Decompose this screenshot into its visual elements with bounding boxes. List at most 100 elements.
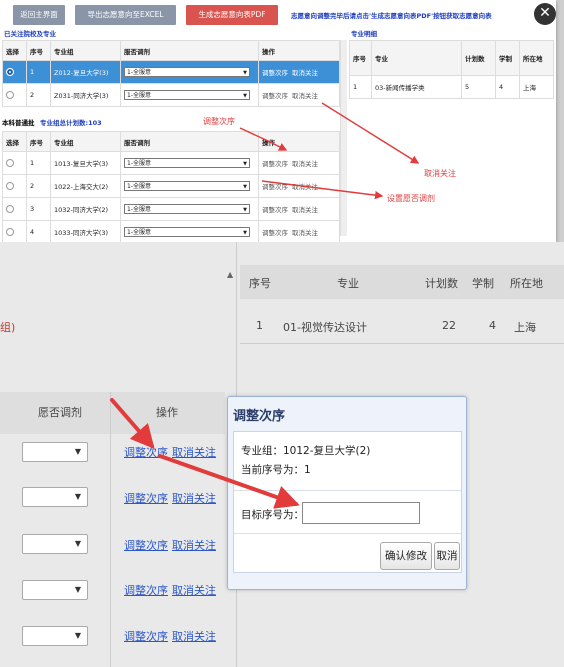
row-location: 上海	[514, 321, 536, 334]
adjust-select[interactable]: 1-全服意 ▼	[124, 90, 250, 100]
scroll-up-icon[interactable]: ▲	[227, 270, 233, 279]
follow-dialog: 返回主界面 导出志愿意向至EXCEL 生成志愿意向表PDF 志愿意向调整完毕后请…	[0, 0, 556, 244]
batch-table: 选择 序号 专业组 服否调剂 操作 1 1013-复旦大学(3) 1-全服意 ▼ …	[2, 131, 340, 244]
adjust-select[interactable]: 1-全服意 ▼	[124, 227, 250, 237]
reorder-link[interactable]: 调整次序	[124, 628, 168, 644]
select-radio[interactable]	[6, 91, 14, 99]
row-index: 2	[26, 83, 51, 107]
table-row[interactable]: 2 1022-上海交大(2) 1-全服意 ▼ 调整次序 取消关注	[2, 174, 340, 198]
row-divider	[240, 343, 564, 344]
col-adjust: 服否调剂	[120, 40, 259, 61]
row-group: 1022-上海交大(2)	[50, 174, 121, 198]
row-index: 3	[26, 197, 51, 221]
row-group: Z031-同济大学(3)	[50, 83, 121, 107]
col-major: 专业	[337, 277, 359, 290]
table-row[interactable]: 1 1013-复旦大学(3) 1-全服意 ▼ 调整次序 取消关注	[2, 151, 340, 175]
annotation-unfollow: 取消关注	[424, 169, 456, 178]
col-divider	[110, 392, 111, 667]
select-radio[interactable]	[6, 159, 14, 167]
col-adjust: 服否调剂	[120, 131, 259, 152]
annotation-set-adjust: 设置愿否调剂	[387, 194, 435, 203]
table-row[interactable]: 3 1032-同济大学(2) 1-全服意 ▼ 调整次序 取消关注	[2, 197, 340, 221]
table-row[interactable]: 4 1033-同济大学(3) 1-全服意 ▼ 调整次序 取消关注	[2, 220, 340, 244]
unfollow-link[interactable]: 取消关注	[172, 537, 216, 553]
target-label: 目标序号为：	[241, 509, 304, 521]
col-group: 专业组	[50, 131, 121, 152]
col-plan: 计划数	[461, 40, 496, 76]
reorder-link[interactable]: 调整次序	[262, 229, 288, 237]
unfollow-link[interactable]: 取消关注	[292, 160, 318, 168]
followed-table: 选择 序号 专业组 服否调剂 操作 1 Z012-复旦大学(3) 1-全服意 ▼ …	[2, 40, 340, 107]
adjust-select[interactable]: ▼	[22, 626, 88, 646]
adjust-select[interactable]: 1-全服意 ▼	[124, 67, 250, 77]
notice-text: 志愿意向调整完毕后请点击'生成志愿意向表PDF'按钮获取志愿意向表	[291, 12, 492, 20]
chevron-down-icon: ▼	[74, 492, 81, 501]
unfollow-link[interactable]: 取消关注	[292, 69, 318, 77]
reorder-link[interactable]: 调整次序	[124, 537, 168, 553]
adjust-select[interactable]: ▼	[22, 534, 88, 554]
col-adjust: 愿否调剂	[38, 406, 82, 419]
col-operation: 操作	[258, 131, 340, 152]
chevron-down-icon: ▼	[74, 585, 81, 594]
select-radio[interactable]	[6, 228, 14, 236]
row-group: 1033-同济大学(3)	[50, 220, 121, 244]
unfollow-link[interactable]: 取消关注	[172, 628, 216, 644]
reorder-link[interactable]: 调整次序	[124, 490, 168, 506]
reorder-link[interactable]: 调整次序	[262, 69, 288, 77]
reorder-link[interactable]: 调整次序	[262, 160, 288, 168]
adjust-select[interactable]: ▼	[22, 580, 88, 600]
chevron-down-icon: ▼	[243, 184, 247, 190]
col-index: 序号	[26, 131, 51, 152]
adjust-select[interactable]: 1-全服意 ▼	[124, 158, 250, 168]
table-row[interactable]: 1 Z012-复旦大学(3) 1-全服意 ▼ 调整次序 取消关注	[2, 60, 340, 84]
confirm-button[interactable]: 确认修改	[380, 542, 432, 570]
row-major: 01-视觉传达设计	[283, 321, 367, 334]
row-index: 1	[26, 60, 51, 84]
row-group: 1032-同济大学(2)	[50, 197, 121, 221]
reorder-link[interactable]: 调整次序	[262, 206, 288, 214]
close-icon[interactable]: ✕	[534, 3, 556, 25]
col-index: 序号	[26, 40, 51, 61]
scrollbar[interactable]	[340, 40, 347, 236]
batch-label: 本科普通批	[2, 119, 35, 127]
chevron-down-icon: ▼	[74, 539, 81, 548]
annotation-reorder: 调整次序	[203, 117, 235, 126]
adjust-select[interactable]: 1-全服意 ▼	[124, 181, 250, 191]
row-index: 1	[26, 151, 51, 175]
col-operation: 操作	[156, 406, 178, 419]
col-group: 专业组	[50, 40, 121, 61]
adjust-select[interactable]: 1-全服意 ▼	[124, 204, 250, 214]
detail-table: 序号 专业 计划数 学制 所在地 1 03-新闻传播学类 5 4 上海	[349, 40, 554, 99]
generate-pdf-button[interactable]: 生成志愿意向表PDF	[186, 5, 278, 25]
select-radio[interactable]	[6, 68, 14, 76]
unfollow-link[interactable]: 取消关注	[172, 582, 216, 598]
select-radio[interactable]	[6, 182, 14, 190]
chevron-down-icon: ▼	[74, 447, 81, 456]
divider	[234, 533, 461, 534]
reorder-link[interactable]: 调整次序	[124, 444, 168, 460]
unfollow-link[interactable]: 取消关注	[172, 490, 216, 506]
reorder-link[interactable]: 调整次序	[262, 183, 288, 191]
row-years: 4	[489, 319, 496, 332]
dialog-body: 专业组：1012-复旦大学(2) 当前序号为：1 目标序号为： 确认修改 取消	[233, 431, 462, 573]
back-button[interactable]: 返回主界面	[13, 5, 65, 25]
row-plan: 22	[442, 319, 456, 332]
adjust-select[interactable]: ▼	[22, 442, 88, 462]
unfollow-link[interactable]: 取消关注	[292, 92, 318, 100]
row-major: 03-新闻传播学类	[371, 75, 462, 99]
unfollow-link[interactable]: 取消关注	[292, 229, 318, 237]
export-excel-button[interactable]: 导出志愿意向至EXCEL	[75, 5, 176, 25]
unfollow-link[interactable]: 取消关注	[292, 183, 318, 191]
target-index-input[interactable]	[302, 502, 420, 524]
select-radio[interactable]	[6, 205, 14, 213]
chevron-down-icon: ▼	[243, 230, 247, 236]
table-row[interactable]: 2 Z031-同济大学(3) 1-全服意 ▼ 调整次序 取消关注	[2, 83, 340, 107]
cancel-button[interactable]: 取消	[434, 542, 460, 570]
col-years: 学制	[495, 40, 520, 76]
group-info: 专业组：1012-复旦大学(2)	[241, 445, 371, 457]
unfollow-link[interactable]: 取消关注	[292, 206, 318, 214]
unfollow-link[interactable]: 取消关注	[172, 444, 216, 460]
reorder-link[interactable]: 调整次序	[124, 582, 168, 598]
reorder-link[interactable]: 调整次序	[262, 92, 288, 100]
adjust-select[interactable]: ▼	[22, 487, 88, 507]
